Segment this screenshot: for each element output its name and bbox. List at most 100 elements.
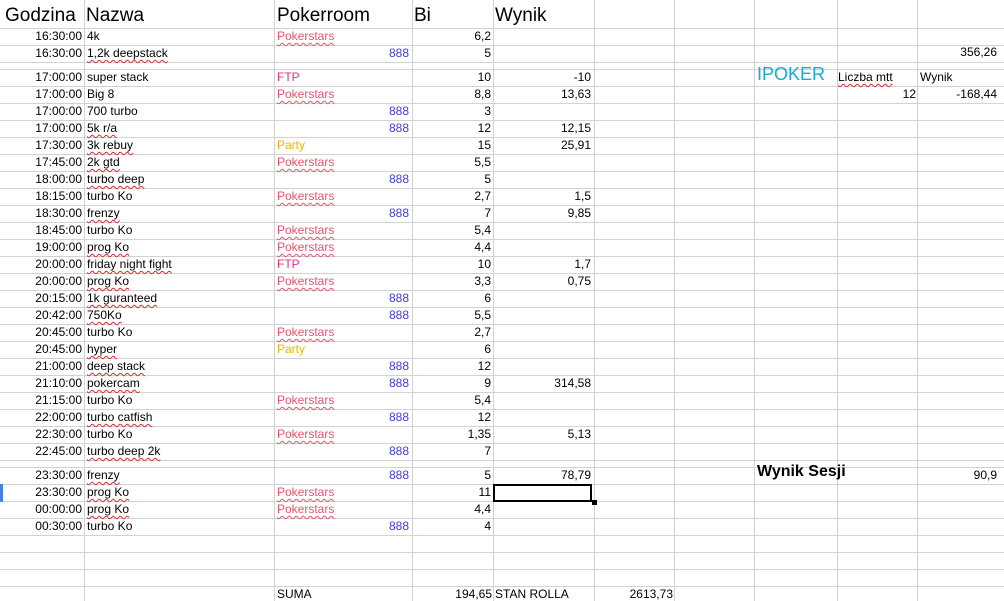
cell-name[interactable]: turbo deep 2k xyxy=(87,443,160,460)
cell-result[interactable] xyxy=(495,28,591,45)
cell-bi[interactable]: 10 xyxy=(414,69,491,86)
cell-room[interactable]: Party xyxy=(277,341,305,358)
cell-bi[interactable]: 5,5 xyxy=(414,307,491,324)
stan-rolla-label[interactable]: STAN ROLLA xyxy=(495,586,569,601)
cell-bi[interactable]: 5 xyxy=(414,171,491,188)
cell-time[interactable]: 18:00:00 xyxy=(2,171,82,188)
cell-room[interactable]: 888 xyxy=(277,307,409,324)
cell-room[interactable]: Pokerstars xyxy=(277,239,334,256)
cell-time[interactable]: 16:30:00 xyxy=(2,28,82,45)
cell-bi[interactable]: 5 xyxy=(414,467,491,484)
cell-time[interactable]: 17:00:00 xyxy=(2,69,82,86)
cell-result[interactable]: 9,85 xyxy=(495,205,591,222)
cell-name[interactable]: 4k xyxy=(87,28,100,45)
cell-name[interactable]: frenzy xyxy=(87,467,120,484)
cell-name[interactable]: pokercam xyxy=(87,375,140,392)
cell-bi[interactable]: 10 xyxy=(414,256,491,273)
cell-result[interactable] xyxy=(495,392,591,409)
cell-name[interactable]: 2k gtd xyxy=(87,154,120,171)
cell-name[interactable]: super stack xyxy=(87,69,148,86)
top-right-value[interactable]: 356,26 xyxy=(900,44,997,61)
cell-result[interactable]: 0,75 xyxy=(495,273,591,290)
cell-bi[interactable]: 5,4 xyxy=(414,222,491,239)
cell-result[interactable] xyxy=(495,103,591,120)
header-pokerroom[interactable]: Pokerroom xyxy=(277,3,370,29)
cell-bi[interactable]: 4 xyxy=(414,518,491,535)
cell-time[interactable]: 20:42:00 xyxy=(2,307,82,324)
cell-name[interactable]: friday night fight xyxy=(87,256,172,273)
cell-result[interactable]: -10 xyxy=(495,69,591,86)
cell-time[interactable]: 22:00:00 xyxy=(2,409,82,426)
cell-bi[interactable]: 12 xyxy=(414,358,491,375)
cell-bi[interactable]: 5,4 xyxy=(414,392,491,409)
cell-name[interactable]: turbo catfish xyxy=(87,409,152,426)
cell-result[interactable] xyxy=(495,222,591,239)
cell-bi[interactable]: 11 xyxy=(414,484,491,501)
cell-name[interactable]: 5k r/a xyxy=(87,120,117,137)
cell-result[interactable] xyxy=(495,45,591,62)
cell-bi[interactable]: 6,2 xyxy=(414,28,491,45)
selected-cell[interactable] xyxy=(493,484,592,502)
cell-name[interactable]: 1k guranteed xyxy=(87,290,157,307)
wynik-sesji-label[interactable]: Wynik Sesji xyxy=(757,462,846,482)
cell-time[interactable]: 00:30:00 xyxy=(2,518,82,535)
header-godzina[interactable]: Godzina xyxy=(5,3,76,29)
cell-result[interactable]: 78,79 xyxy=(495,467,591,484)
cell-name[interactable]: prog Ko xyxy=(87,273,129,290)
cell-result[interactable]: 12,15 xyxy=(495,120,591,137)
cell-bi[interactable]: 15 xyxy=(414,137,491,154)
cell-bi[interactable]: 4,4 xyxy=(414,501,491,518)
cell-time[interactable]: 16:30:00 xyxy=(2,45,82,62)
cell-result[interactable]: 1,5 xyxy=(495,188,591,205)
cell-time[interactable]: 17:00:00 xyxy=(2,86,82,103)
cell-time[interactable]: 23:30:00 xyxy=(2,467,82,484)
cell-room[interactable]: 888 xyxy=(277,409,409,426)
cell-result[interactable]: 13,63 xyxy=(495,86,591,103)
cell-room[interactable]: Party xyxy=(277,137,305,154)
cell-bi[interactable]: 12 xyxy=(414,409,491,426)
cell-time[interactable]: 20:45:00 xyxy=(2,341,82,358)
cell-result[interactable] xyxy=(495,290,591,307)
cell-result[interactable] xyxy=(495,443,591,460)
cell-result[interactable]: 5,13 xyxy=(495,426,591,443)
cell-time[interactable]: 22:45:00 xyxy=(2,443,82,460)
cell-bi[interactable]: 3,3 xyxy=(414,273,491,290)
cell-time[interactable]: 21:10:00 xyxy=(2,375,82,392)
cell-result[interactable]: 314,58 xyxy=(495,375,591,392)
cell-room[interactable]: 888 xyxy=(277,443,409,460)
header-wynik[interactable]: Wynik xyxy=(495,3,547,29)
cell-room[interactable]: Pokerstars xyxy=(277,324,334,341)
cell-name[interactable]: frenzy xyxy=(87,205,120,222)
cell-room[interactable]: 888 xyxy=(277,358,409,375)
cell-time[interactable]: 18:15:00 xyxy=(2,188,82,205)
cell-time[interactable]: 18:30:00 xyxy=(2,205,82,222)
suma-label[interactable]: SUMA xyxy=(277,586,312,601)
cell-room[interactable]: Pokerstars xyxy=(277,273,334,290)
cell-bi[interactable]: 5 xyxy=(414,45,491,62)
cell-result[interactable] xyxy=(495,341,591,358)
cell-room[interactable]: Pokerstars xyxy=(277,28,334,45)
cell-time[interactable]: 20:00:00 xyxy=(2,256,82,273)
cell-result[interactable] xyxy=(495,358,591,375)
cell-room[interactable]: Pokerstars xyxy=(277,501,334,518)
cell-bi[interactable]: 3 xyxy=(414,103,491,120)
cell-name[interactable]: prog Ko xyxy=(87,501,129,518)
cell-result[interactable]: 1,7 xyxy=(495,256,591,273)
cell-room[interactable]: Pokerstars xyxy=(277,86,334,103)
cell-result[interactable] xyxy=(495,307,591,324)
cell-bi[interactable]: 7 xyxy=(414,205,491,222)
cell-name[interactable]: deep stack xyxy=(87,358,145,375)
cell-room[interactable]: FTP xyxy=(277,256,300,273)
cell-result[interactable]: 25,91 xyxy=(495,137,591,154)
cell-room[interactable]: Pokerstars xyxy=(277,426,334,443)
cell-room[interactable]: 888 xyxy=(277,205,409,222)
cell-bi[interactable]: 9 xyxy=(414,375,491,392)
cell-time[interactable]: 00:00:00 xyxy=(2,501,82,518)
cell-time[interactable]: 20:15:00 xyxy=(2,290,82,307)
liczba-mtt-label[interactable]: Liczba mtt xyxy=(838,69,893,86)
cell-name[interactable]: turbo Ko xyxy=(87,222,132,239)
cell-time[interactable]: 20:45:00 xyxy=(2,324,82,341)
cell-room[interactable]: 888 xyxy=(277,375,409,392)
cell-room[interactable]: Pokerstars xyxy=(277,188,334,205)
cell-name[interactable]: turbo Ko xyxy=(87,518,132,535)
